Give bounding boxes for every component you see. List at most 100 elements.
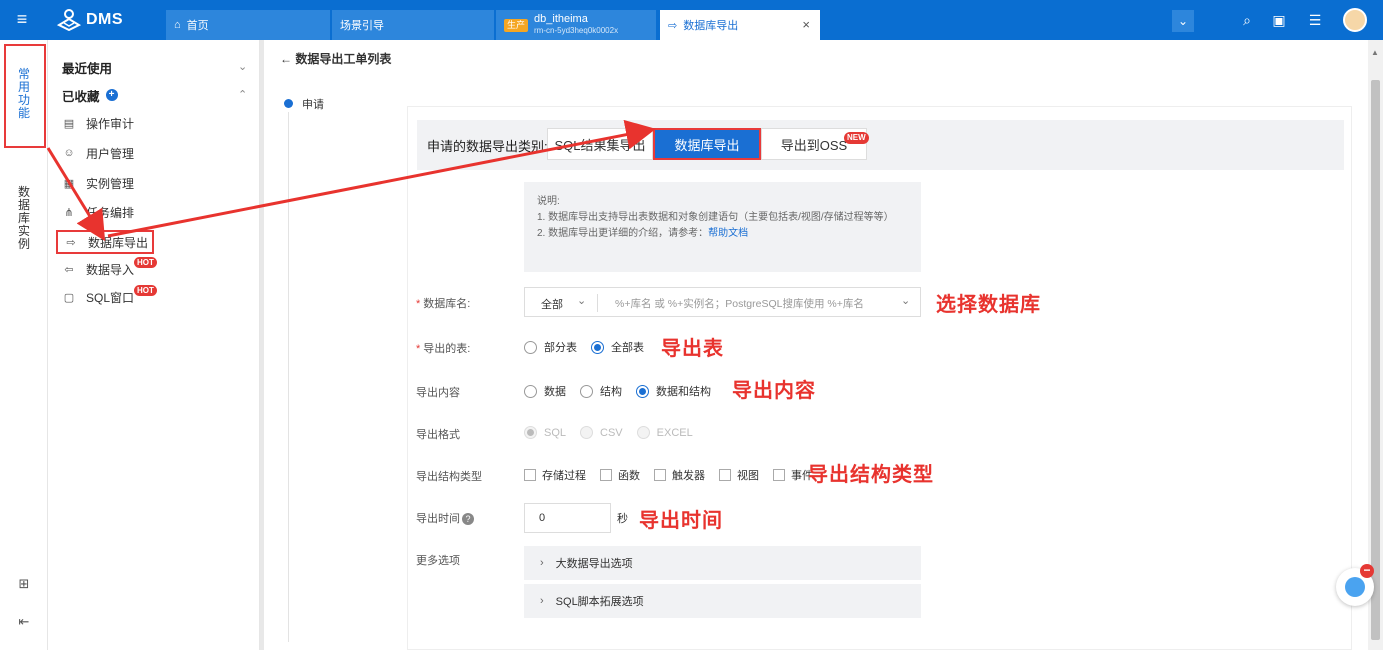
main-content: ← 数据导出工单列表 申请 申请的数据导出类别: SQL结果集导出 数据库导出 … — [264, 40, 1368, 650]
sidebar-item-instances[interactable]: ▦ 实例管理 — [56, 172, 254, 194]
checkbox-trigger[interactable]: 触发器 — [654, 467, 705, 483]
scrollbar-thumb[interactable] — [1371, 80, 1380, 640]
annotation-export-content: 导出内容 — [732, 380, 816, 402]
time-label: 导出时间? — [416, 510, 474, 526]
tab-label: db_itheima — [534, 13, 588, 25]
checkbox[interactable] — [600, 469, 612, 481]
struct-types-checkbox-group: 存储过程 函数 触发器 视图 事件 — [524, 467, 827, 483]
close-icon[interactable]: × — [802, 17, 810, 32]
sidebar-item-label: 操作审计 — [86, 116, 135, 131]
sidebar-item-label: 用户管理 — [86, 146, 135, 161]
radio-label: 数据 — [544, 386, 566, 398]
tabs-dropdown-button[interactable]: ⌄ — [1172, 10, 1194, 32]
time-label-text: 导出时间 — [416, 513, 460, 525]
checkbox-view[interactable]: 视图 — [719, 467, 759, 483]
rail-database-instances[interactable]: 数 据 库 实 例 — [0, 186, 48, 251]
document-icon[interactable]: ☰ — [1306, 11, 1324, 29]
workflow-icon: ⋔ — [64, 206, 74, 219]
db-search-input[interactable]: %+库名 或 %+实例名；PostgreSQL搜库使用 %+库名 — [615, 296, 864, 311]
hamburger-menu-icon[interactable]: ≡ — [12, 9, 32, 29]
hot-badge: HOT — [134, 256, 157, 268]
tab-db-itheima[interactable]: 生产 db_itheima rm-cn-5yd3heq0k0002x — [496, 10, 656, 40]
export-icon: ⇨ — [66, 236, 76, 249]
sidebar-item-workflow[interactable]: ⋔ 任务编排 — [56, 201, 254, 223]
back-to-list-link[interactable]: ← 数据导出工单列表 — [280, 50, 391, 67]
checkbox[interactable] — [719, 469, 731, 481]
collapse-bigdata-options[interactable]: › 大数据导出选项 — [524, 546, 921, 580]
avatar[interactable] — [1343, 8, 1367, 32]
add-favorite-icon[interactable]: + — [105, 89, 118, 101]
search-icon[interactable]: ⌕ — [1238, 11, 1256, 29]
sidebar-item-users[interactable]: ☺ 用户管理 — [56, 142, 254, 164]
sidebar-item-db-export[interactable]: ⇨ 数据库导出 — [56, 230, 154, 254]
notification-icon[interactable]: ▣ — [1270, 11, 1288, 29]
radio-label: 全部表 — [611, 342, 644, 354]
tab-scene-guide[interactable]: 场景引导 — [332, 10, 494, 40]
app-logo[interactable]: DMS — [56, 8, 123, 32]
info-line-2-text: 2. 数据库导出更详细的介绍，请参考： — [537, 228, 709, 239]
sidebar-item-sql-window[interactable]: ▢ SQL窗口 HOT — [56, 284, 254, 308]
checkbox[interactable] — [524, 469, 536, 481]
export-icon: ⇨ — [668, 19, 678, 32]
radio-label: CSV — [600, 426, 623, 439]
grid-icon[interactable]: ⊞ — [16, 576, 32, 592]
struct-types-label: 导出结构类型 — [416, 471, 482, 483]
section-favorites[interactable]: 已收藏 + — [62, 86, 118, 104]
chevron-up-icon[interactable]: ⌃ — [238, 88, 247, 101]
radio-data-and-structure[interactable]: 数据和结构 — [636, 383, 711, 399]
radio-button[interactable] — [636, 384, 649, 398]
radio-data[interactable]: 数据 — [524, 383, 566, 399]
radio-button[interactable] — [591, 340, 604, 354]
db-select[interactable]: 全部 ⌄ %+库名 或 %+实例名；PostgreSQL搜库使用 %+库名 ⌄ — [524, 287, 921, 317]
top-bar: ≡ DMS ⌂ 首页 场景引导 生产 db_itheima rm-cn-5yd3… — [0, 0, 1383, 40]
help-icon[interactable]: ? — [462, 513, 474, 525]
radio-label: 数据和结构 — [656, 386, 711, 398]
tables-radio-group: 部分表 全部表 — [524, 339, 658, 355]
radio-button[interactable] — [580, 384, 593, 398]
checkbox[interactable] — [654, 469, 666, 481]
radio-button[interactable] — [524, 384, 537, 398]
chevron-down-icon[interactable]: ⌄ — [238, 60, 247, 73]
assistant-bot-button[interactable]: − — [1336, 564, 1374, 606]
time-unit: 秒 — [617, 513, 628, 525]
app-name: DMS — [86, 11, 124, 28]
radio-excel: EXCEL — [636, 426, 693, 439]
checkbox-label: 触发器 — [672, 470, 705, 482]
category-sql-result-export[interactable]: SQL结果集导出 — [547, 128, 653, 160]
scrollbar[interactable]: ▲ — [1368, 40, 1383, 650]
export-time-input[interactable]: 0 — [524, 503, 611, 533]
radio-button — [580, 426, 594, 439]
chevron-down-icon: ⌄ — [901, 295, 911, 307]
radio-csv: CSV — [580, 426, 623, 439]
format-label: 导出格式 — [416, 429, 460, 441]
collapse-sidebar-icon[interactable]: ⇤ — [16, 614, 32, 630]
minimize-icon[interactable]: − — [1360, 564, 1374, 578]
radio-structure[interactable]: 结构 — [580, 383, 622, 399]
radio-all-tables[interactable]: 全部表 — [591, 339, 644, 355]
category-db-export[interactable]: 数据库导出 — [653, 128, 761, 160]
checkbox-procedure[interactable]: 存储过程 — [524, 467, 586, 483]
chevron-down-icon: ⌄ — [577, 295, 587, 307]
user-icon: ☺ — [63, 147, 75, 159]
tab-home[interactable]: ⌂ 首页 — [166, 10, 330, 40]
sidebar-item-label: 实例管理 — [86, 176, 135, 191]
db-scope-select[interactable]: 全部 — [541, 296, 563, 312]
tab-label: 场景引导 — [340, 20, 384, 32]
section-recent[interactable]: 最近使用 — [62, 58, 112, 76]
checkbox-function[interactable]: 函数 — [600, 467, 640, 483]
robot-icon — [1345, 577, 1365, 597]
scroll-up-icon[interactable]: ▲ — [1371, 48, 1379, 57]
collapse-sql-script-options[interactable]: › SQL脚本拓展选项 — [524, 584, 921, 618]
chevron-right-icon: › — [540, 595, 544, 607]
sidebar-item-data-import[interactable]: ⇦ 数据导入 HOT — [56, 256, 254, 280]
sidebar-item-audit[interactable]: ▤ 操作审计 — [56, 112, 254, 134]
sql-window-icon: ▢ — [63, 291, 75, 304]
checkbox[interactable] — [773, 469, 785, 481]
radio-button[interactable] — [524, 340, 537, 354]
help-doc-link[interactable]: 帮助文档 — [708, 228, 748, 239]
checkbox-event[interactable]: 事件 — [773, 467, 813, 483]
chevron-right-icon: › — [540, 557, 544, 569]
radio-partial-tables[interactable]: 部分表 — [524, 339, 577, 355]
tab-db-export[interactable]: ⇨ 数据库导出 × — [660, 10, 820, 40]
highlight-box-common — [4, 44, 46, 148]
